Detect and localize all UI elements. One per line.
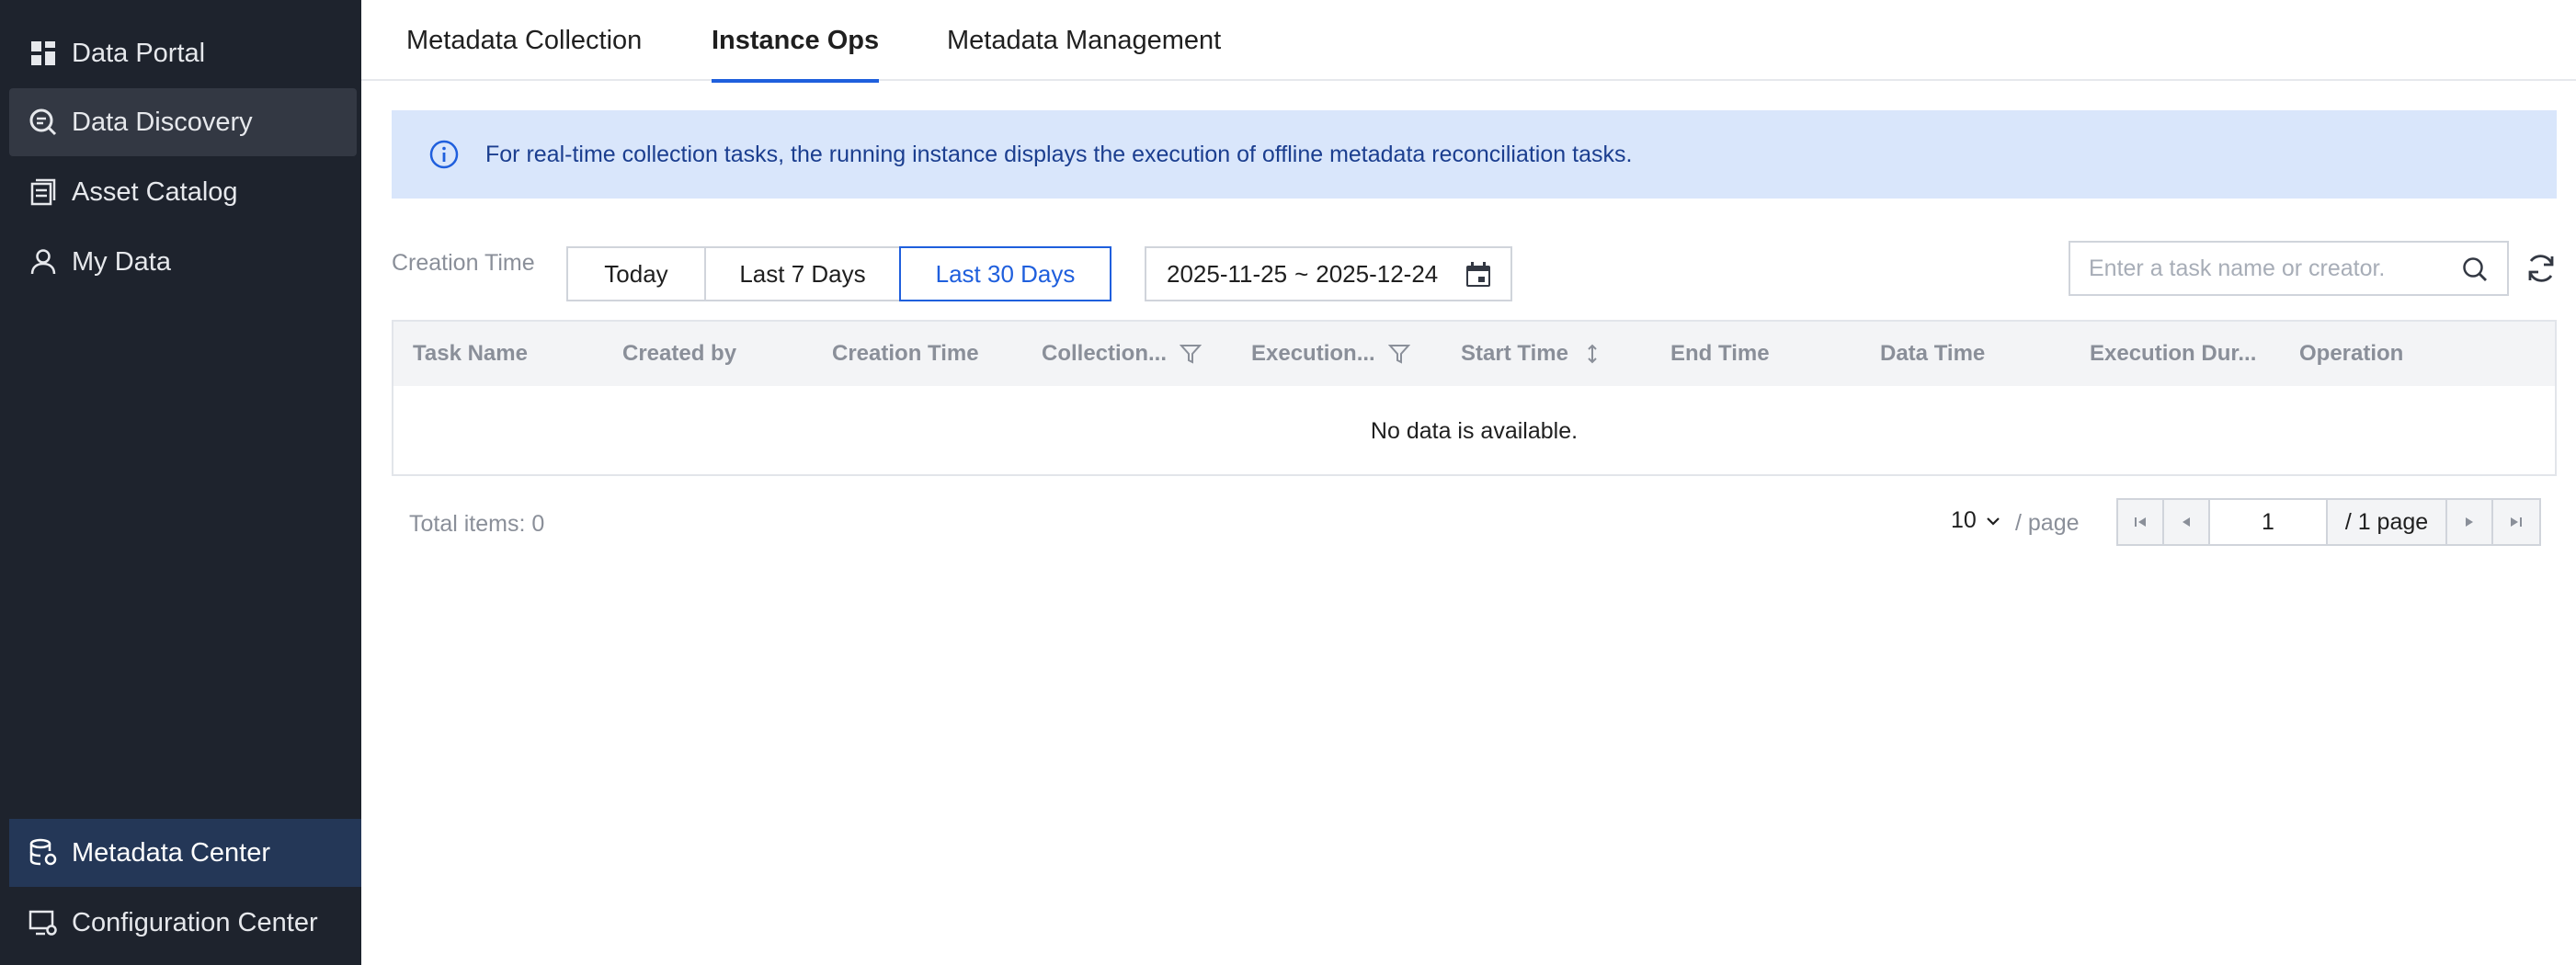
database-gear-icon bbox=[28, 837, 59, 868]
column-header: Creation Time bbox=[832, 341, 979, 366]
column-header: Operation bbox=[2299, 341, 2404, 366]
date-start: 2025-11-25 bbox=[1167, 259, 1288, 288]
last-page-icon bbox=[2511, 517, 2522, 527]
total-pages-label: / 1 page bbox=[2328, 500, 2447, 544]
column-header: Task Name bbox=[413, 341, 528, 366]
catalog-icon bbox=[28, 176, 59, 208]
tab-metadata-collection[interactable]: Metadata Collection bbox=[406, 0, 642, 81]
column-header-collection: Collection... bbox=[1042, 322, 1203, 386]
total-items: Total items: 0 bbox=[409, 511, 544, 538]
sidebar-item-label: Metadata Center bbox=[72, 837, 271, 868]
prev-page-button[interactable] bbox=[2164, 500, 2210, 544]
table-header: Task Name Created by Creation Time Colle… bbox=[393, 322, 2555, 386]
range-last-30-days-button[interactable]: Last 30 Days bbox=[899, 246, 1111, 301]
sidebar-item-metadata-center[interactable]: Metadata Center bbox=[9, 819, 361, 887]
search-input[interactable] bbox=[2089, 255, 2456, 282]
info-icon bbox=[428, 139, 460, 170]
date-separator: ~ bbox=[1294, 259, 1309, 288]
sidebar: Data Portal Data Discovery Asset Catalog… bbox=[0, 0, 361, 965]
per-page-label: / page bbox=[2015, 510, 2080, 536]
column-header-label: Start Time bbox=[1461, 341, 1568, 366]
refresh-icon[interactable] bbox=[2525, 252, 2558, 285]
date-end: 2025-12-24 bbox=[1316, 259, 1439, 288]
user-icon bbox=[28, 246, 59, 278]
range-today-button[interactable]: Today bbox=[566, 246, 706, 301]
search-box[interactable] bbox=[2069, 241, 2509, 296]
page-size-value: 10 bbox=[1951, 507, 1977, 533]
search-document-icon bbox=[28, 107, 59, 138]
filter-icon[interactable] bbox=[1387, 343, 1410, 365]
sidebar-item-label: Asset Catalog bbox=[72, 176, 238, 207]
next-page-icon bbox=[2466, 517, 2473, 527]
chevron-down-icon bbox=[1987, 517, 2000, 526]
calendar-icon bbox=[1465, 261, 1492, 289]
column-header-label: Execution... bbox=[1251, 341, 1375, 366]
date-range-picker[interactable]: 2025-11-25 ~ 2025-12-24 bbox=[1145, 246, 1512, 301]
sidebar-item-label: Data Discovery bbox=[72, 107, 253, 137]
total-items-label: Total items: bbox=[409, 511, 526, 537]
empty-state-text: No data is available. bbox=[1370, 417, 1579, 444]
sort-icon[interactable] bbox=[1581, 343, 1603, 365]
grid-icon bbox=[28, 38, 59, 69]
column-header: End Time bbox=[1670, 341, 1770, 366]
first-page-icon bbox=[2135, 517, 2146, 527]
column-header-label: Collection... bbox=[1042, 341, 1168, 366]
page-number-input[interactable] bbox=[2210, 500, 2328, 544]
column-header: Execution Dur... bbox=[2090, 341, 2257, 366]
sidebar-item-configuration-center[interactable]: Configuration Center bbox=[9, 889, 357, 957]
tab-bar: Metadata Collection Instance Ops Metadat… bbox=[361, 0, 2576, 83]
column-header-execution: Execution... bbox=[1251, 322, 1410, 386]
sidebar-item-asset-catalog[interactable]: Asset Catalog bbox=[9, 158, 357, 226]
tab-metadata-management[interactable]: Metadata Management bbox=[947, 0, 1221, 81]
total-items-count: 0 bbox=[531, 511, 545, 537]
monitor-gear-icon bbox=[28, 907, 59, 938]
sidebar-item-data-discovery[interactable]: Data Discovery bbox=[9, 88, 357, 156]
range-last-7-days-button[interactable]: Last 7 Days bbox=[704, 246, 901, 301]
search-icon[interactable] bbox=[2461, 255, 2489, 283]
info-banner-text: For real-time collection tasks, the runn… bbox=[485, 141, 1633, 167]
instance-table: Task Name Created by Creation Time Colle… bbox=[392, 320, 2557, 476]
sidebar-item-my-data[interactable]: My Data bbox=[9, 228, 357, 296]
filter-icon[interactable] bbox=[1179, 343, 1203, 365]
sidebar-item-label: Configuration Center bbox=[72, 907, 318, 937]
tab-instance-ops[interactable]: Instance Ops bbox=[712, 0, 880, 83]
page-size-select[interactable]: 10 bbox=[1951, 507, 2002, 534]
column-header: Data Time bbox=[1880, 341, 1986, 366]
prev-page-icon bbox=[2183, 517, 2190, 527]
sidebar-item-label: Data Portal bbox=[72, 38, 206, 68]
sidebar-item-label: My Data bbox=[72, 246, 171, 277]
info-banner: For real-time collection tasks, the runn… bbox=[392, 110, 2557, 199]
sidebar-item-data-portal[interactable]: Data Portal bbox=[9, 19, 357, 87]
first-page-button[interactable] bbox=[2118, 500, 2164, 544]
last-page-button[interactable] bbox=[2493, 500, 2539, 544]
column-header-start-time: Start Time bbox=[1461, 322, 1603, 386]
creation-time-label: Creation Time bbox=[392, 250, 535, 276]
pager: / 1 page bbox=[2116, 498, 2541, 546]
next-page-button[interactable] bbox=[2447, 500, 2493, 544]
column-header: Created by bbox=[622, 341, 737, 366]
